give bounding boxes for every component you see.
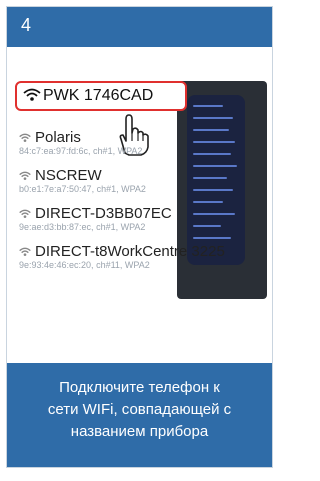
instruction-card: 4 PWK 1746CAD Polaris 84:c7:ea:97:fd:6c,…	[6, 6, 273, 468]
step-header: 4	[7, 7, 272, 47]
network-item-polaris[interactable]: Polaris 84:c7:ea:97:fd:6c, ch#1, WPA2	[19, 129, 142, 156]
network-item-direct-t8workcentre[interactable]: DIRECT-t8WorkCentre 3225 9e:93:4e:46:ec:…	[19, 243, 225, 270]
wifi-icon	[19, 209, 31, 219]
phone-screen	[187, 95, 245, 265]
reference-image: PWK 1746CAD Polaris 84:c7:ea:97:fd:6c, c…	[11, 69, 267, 301]
highlighted-network[interactable]: PWK 1746CAD	[15, 81, 187, 111]
wifi-icon	[19, 171, 31, 181]
caption-line-3: названием прибора	[70, 423, 209, 440]
caption-line-1: Подключите телефон к	[59, 379, 220, 396]
network-ssid: DIRECT-t8WorkCentre 3225	[35, 243, 225, 260]
instruction-caption: Подключите телефон к сети WIFi, совпадаю…	[7, 363, 272, 467]
network-item-direct-d3bb07ec[interactable]: DIRECT-D3BB07EC 9e:ae:d3:bb:87:ec, ch#1,…	[19, 205, 172, 232]
network-meta: 9e:ae:d3:bb:87:ec, ch#1, WPA2	[19, 222, 146, 232]
network-ssid: NSCREW	[35, 167, 102, 184]
highlighted-network-ssid: PWK 1746CAD	[43, 87, 154, 104]
network-meta: 9e:93:4e:46:ec:20, ch#11, WPA2	[19, 260, 150, 270]
network-ssid: DIRECT-D3BB07EC	[35, 205, 172, 222]
network-item-nscrew[interactable]: NSCREW b0:e1:7e:a7:50:47, ch#1, WPA2	[19, 167, 146, 194]
network-meta: b0:e1:7e:a7:50:47, ch#1, WPA2	[19, 184, 146, 194]
network-ssid: Polaris	[35, 129, 81, 146]
wifi-icon	[19, 247, 31, 257]
wifi-icon	[19, 133, 31, 143]
network-meta: 84:c7:ea:97:fd:6c, ch#1, WPA2	[19, 146, 143, 156]
wifi-icon	[23, 88, 41, 101]
step-number: 4	[21, 15, 32, 35]
caption-line-2: сети WIFi, совпадающей с	[47, 401, 232, 418]
